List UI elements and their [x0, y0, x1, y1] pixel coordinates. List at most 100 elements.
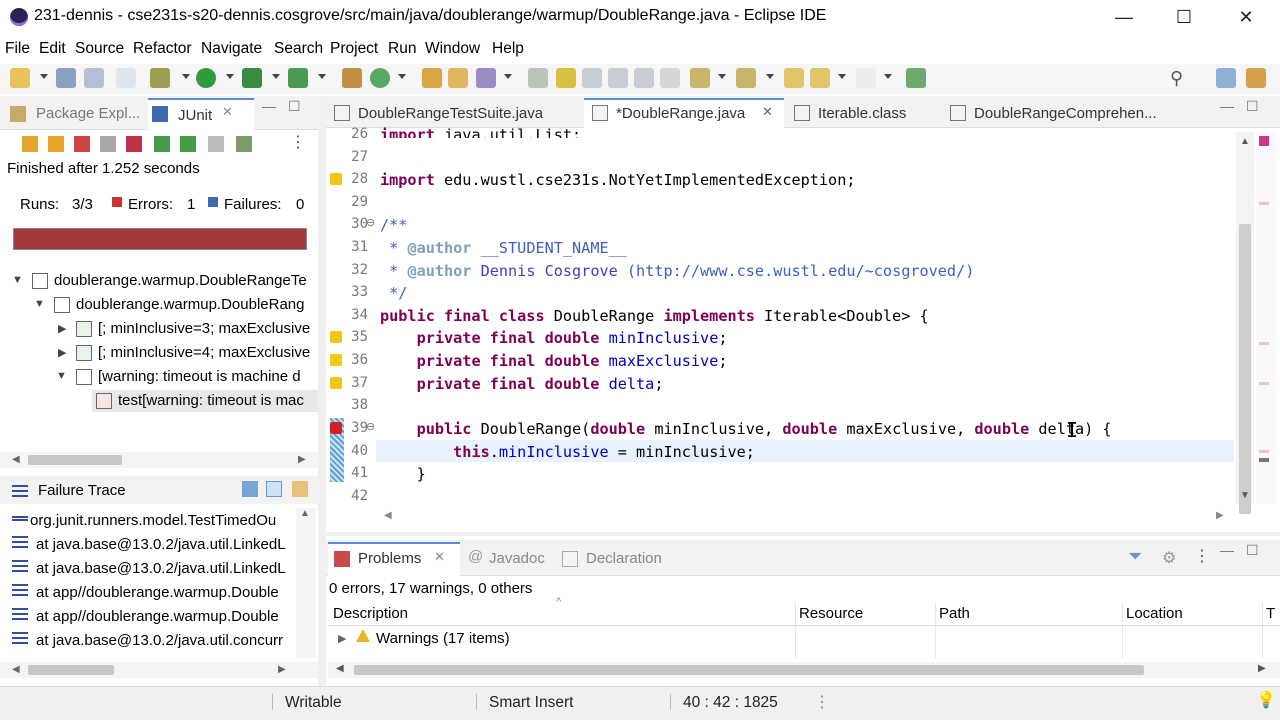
view-menu-icon[interactable]: ⋮ [290, 132, 306, 152]
menu-file[interactable]: File [5, 40, 30, 58]
expand-icon[interactable]: ▶ [338, 632, 346, 645]
expand-icon[interactable]: ▶ [58, 346, 66, 359]
minimize-panel-icon[interactable]: — [1220, 542, 1234, 558]
show-skipped-icon[interactable] [100, 136, 116, 152]
column-description[interactable]: Description [333, 605, 408, 622]
maximize-view-icon[interactable]: ☐ [288, 98, 301, 115]
save-icon[interactable] [56, 68, 76, 88]
external-tools-icon[interactable] [288, 68, 308, 88]
menu-edit[interactable]: Edit [39, 40, 66, 58]
next-annotation-icon[interactable] [690, 68, 710, 88]
view-menu-icon[interactable]: ⋮ [1194, 546, 1210, 566]
view-options-icon[interactable]: ⚙ [1162, 548, 1176, 568]
tree-item[interactable]: doublerange.warmup.DoubleRangeTe [54, 272, 307, 289]
collapse-icon[interactable]: ▼ [12, 274, 23, 286]
trace-row[interactable]: at app//doublerange.warmup.Double [36, 584, 279, 601]
open-perspective-icon[interactable] [1216, 68, 1236, 88]
pin-editor-icon[interactable] [906, 68, 926, 88]
show-failures-only-icon[interactable] [74, 136, 90, 152]
close-tab-icon[interactable]: ✕ [762, 104, 773, 120]
editor-vertical-scrollbar[interactable]: ▲ ▼ [1236, 132, 1254, 514]
trace-horizontal-scrollbar[interactable]: ◀ ▶ [0, 662, 318, 678]
tree-horizontal-scrollbar[interactable]: ◀ ▶ [0, 452, 318, 468]
run-dropdown-icon[interactable] [226, 74, 234, 79]
coverage-icon[interactable] [242, 68, 262, 88]
close-tab-icon[interactable]: ✕ [434, 549, 445, 565]
trace-row[interactable]: at java.base@13.0.2/java.util.concurr [36, 632, 283, 649]
word-wrap-icon[interactable] [582, 68, 602, 88]
panel-divider[interactable] [326, 532, 1280, 536]
rerun-failed-first-icon[interactable] [180, 136, 196, 152]
tab-declaration[interactable]: Declaration [586, 550, 662, 567]
new-icon[interactable] [10, 68, 30, 88]
trace-row[interactable]: org.junit.runners.model.TestTimedOu [30, 512, 276, 529]
collapse-icon[interactable]: ▼ [34, 298, 45, 310]
expand-icon[interactable]: ▶ [58, 322, 66, 335]
menu-source[interactable]: Source [75, 40, 124, 58]
save-all-icon[interactable] [84, 68, 104, 88]
copy-trace-icon[interactable] [292, 481, 308, 497]
new-class-dropdown-icon[interactable] [398, 74, 406, 79]
problems-horizontal-scrollbar[interactable]: ◀ ▶ [328, 662, 1280, 678]
coverage-dropdown-icon[interactable] [272, 74, 280, 79]
search-dropdown-icon[interactable] [504, 74, 512, 79]
stop-icon[interactable] [208, 136, 224, 152]
menu-project[interactable]: Project [330, 40, 378, 58]
trace-row[interactable]: at java.base@13.0.2/java.util.LinkedL [36, 536, 286, 553]
debug-icon[interactable] [150, 68, 170, 88]
compare-results-icon[interactable] [242, 481, 258, 497]
maximize-editor-icon[interactable]: ☐ [1246, 98, 1259, 115]
maximize-panel-icon[interactable]: ☐ [1246, 542, 1259, 559]
error-marker-icon[interactable] [330, 422, 342, 434]
skip-breakpoints-icon[interactable] [116, 68, 136, 88]
pane-divider[interactable] [318, 96, 326, 686]
warning-icon[interactable] [330, 173, 342, 185]
close-tab-icon[interactable]: ✕ [222, 104, 233, 120]
previous-annotation-dropdown-icon[interactable] [766, 74, 774, 79]
menu-run[interactable]: Run [388, 40, 416, 58]
minimize-editor-icon[interactable]: — [1220, 98, 1234, 114]
block-selection-icon[interactable] [608, 68, 628, 88]
editor-tab-testsuite[interactable]: DoubleRangeTestSuite.java [358, 105, 543, 122]
back-icon[interactable] [810, 68, 830, 88]
maximize-button[interactable]: ☐ [1162, 2, 1206, 32]
menu-window[interactable]: Window [425, 40, 480, 58]
editor-horizontal-scrollbar[interactable]: ◀ ▶ [376, 510, 1236, 526]
scroll-lock-icon[interactable] [126, 136, 142, 152]
warning-icon[interactable] [330, 354, 342, 366]
debug-dropdown-icon[interactable] [182, 74, 190, 79]
search-tool-icon[interactable] [476, 68, 496, 88]
column-type[interactable]: T [1266, 605, 1275, 622]
menu-help[interactable]: Help [492, 40, 524, 58]
rerun-icon[interactable] [154, 136, 170, 152]
forward-dropdown-icon[interactable] [884, 74, 892, 79]
column-location[interactable]: Location [1126, 605, 1183, 622]
menu-navigate[interactable]: Navigate [201, 40, 262, 58]
tree-item[interactable]: [; minInclusive=4; maxExclusive [98, 344, 310, 361]
minimize-button[interactable]: — [1102, 2, 1146, 32]
java-perspective-icon[interactable] [1246, 68, 1266, 88]
tree-item[interactable]: test[warning: timeout is mac [118, 392, 304, 409]
editor-tab-iterable[interactable]: Iterable.class [818, 105, 906, 122]
back-dropdown-icon[interactable] [838, 74, 846, 79]
pilcrow-icon[interactable] [660, 68, 680, 88]
external-tools-dropdown-icon[interactable] [318, 74, 326, 79]
open-type-icon[interactable] [422, 68, 442, 88]
toggle-breadcrumb-icon[interactable] [528, 68, 548, 88]
previous-annotation-icon[interactable] [736, 68, 756, 88]
tree-item[interactable]: doublerange.warmup.DoubleRang [76, 296, 305, 313]
trace-vertical-scrollbar[interactable]: ▲ [296, 508, 316, 658]
column-path[interactable]: Path [939, 605, 970, 622]
fold-icon[interactable]: ⊖ [366, 216, 375, 229]
tip-bulb-icon[interactable]: 💡 [1256, 690, 1276, 710]
warning-icon[interactable] [330, 331, 342, 343]
trace-row[interactable]: at java.base@13.0.2/java.util.LinkedL [36, 560, 286, 577]
new-dropdown-icon[interactable] [40, 74, 48, 79]
column-resource[interactable]: Resource [799, 605, 863, 622]
minimize-view-icon[interactable]: — [262, 98, 276, 114]
test-run-history-icon[interactable] [236, 136, 252, 152]
filter-stack-icon[interactable] [266, 481, 282, 497]
editor-tab-doublerange[interactable]: *DoubleRange.java [616, 105, 745, 122]
trace-row[interactable]: at app//doublerange.warmup.Double [36, 608, 279, 625]
tree-item[interactable]: [warning: timeout is machine d [98, 368, 301, 385]
